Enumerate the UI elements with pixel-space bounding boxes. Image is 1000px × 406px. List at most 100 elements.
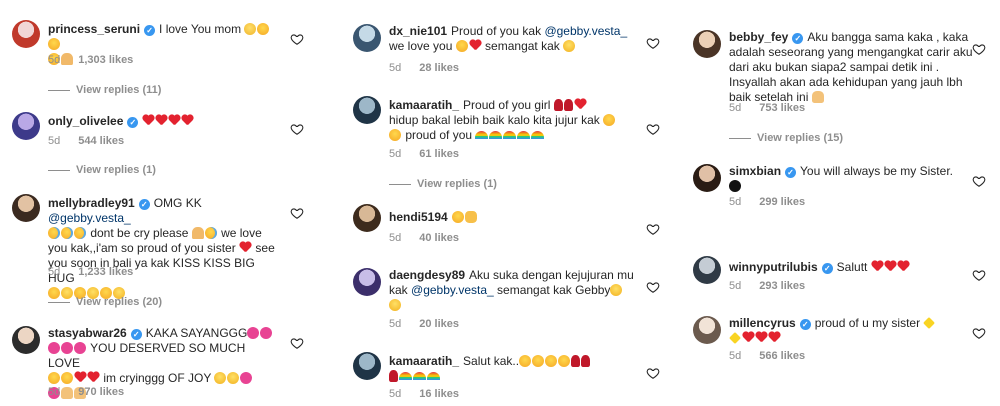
comment-meta: 5d 61 likes	[389, 148, 459, 160]
comment-column-3: bebby_fey ✓ Aku bangga sama kaka , kaka ad…	[681, 0, 1000, 406]
view-replies-label: View replies (11)	[76, 84, 162, 96]
verified-badge-icon: ✓	[144, 25, 156, 36]
comment-username[interactable]: daengdesy89	[389, 268, 465, 282]
like-heart-icon[interactable]	[972, 326, 986, 340]
like-count[interactable]: 566 likes	[759, 350, 805, 362]
like-heart-icon[interactable]	[972, 174, 986, 188]
rose-emoji-icon	[553, 99, 563, 111]
avatar[interactable]	[353, 204, 381, 232]
like-count[interactable]: 299 likes	[759, 196, 805, 208]
crying-emoji-icon	[48, 227, 60, 239]
like-count[interactable]: 16 likes	[419, 388, 459, 400]
comment-body: kamaaratih_ Salut kak..	[389, 354, 634, 384]
avatar[interactable]	[12, 326, 40, 354]
like-count[interactable]: 1,303 likes	[78, 54, 133, 66]
view-replies-link[interactable]: View replies (1)	[389, 178, 497, 190]
comment-username[interactable]: bebby_fey	[729, 30, 788, 44]
like-heart-icon[interactable]	[646, 122, 660, 136]
view-replies-link[interactable]: View replies (20)	[48, 296, 162, 308]
comment-username[interactable]: kamaaratih_	[389, 354, 459, 368]
avatar[interactable]	[693, 164, 721, 192]
view-replies-link[interactable]: View replies (11)	[48, 84, 161, 96]
mention-link[interactable]: @gebby.vesta_	[48, 211, 131, 225]
comment-text: hidup bakal lebih baik kalo kita jujur k…	[389, 113, 600, 127]
comment-time: 5d	[389, 148, 402, 160]
like-heart-icon[interactable]	[646, 36, 660, 50]
comment-meta: 5d 1,233 likes	[48, 266, 133, 278]
pink-heart-icon	[240, 372, 253, 384]
view-replies-link[interactable]: View replies (15)	[729, 132, 843, 144]
like-heart-icon[interactable]	[290, 32, 304, 46]
like-count[interactable]: 293 likes	[759, 280, 805, 292]
comment-body: bebby_fey ✓ Aku bangga sama kaka , kaka ad…	[729, 30, 978, 105]
like-heart-icon[interactable]	[290, 122, 304, 136]
pray-emoji-icon	[191, 227, 204, 239]
avatar[interactable]	[693, 256, 721, 284]
replies-divider	[48, 169, 70, 171]
red-heart-icon	[871, 261, 883, 272]
thumbs-up-emoji-icon	[464, 211, 477, 223]
verified-badge-icon: ✓	[130, 329, 142, 340]
smile-emoji-icon	[610, 284, 623, 296]
kiss-emoji-icon	[389, 129, 401, 141]
kiss-emoji-icon	[558, 355, 571, 367]
comment-meta: 5d 1,303 likes	[48, 54, 133, 66]
comment-username[interactable]: princess_seruni	[48, 22, 140, 36]
like-heart-icon[interactable]	[646, 366, 660, 380]
comment-username[interactable]: winnyputrilubis	[729, 260, 818, 274]
comment-username[interactable]: simxbian	[729, 164, 781, 178]
avatar[interactable]	[353, 24, 381, 52]
comment-username[interactable]: dx_nie101	[389, 24, 447, 38]
comment-username[interactable]: mellybradley91	[48, 196, 135, 210]
comment-username[interactable]: only_olivelee	[48, 114, 123, 128]
smile-emoji-icon	[389, 299, 401, 311]
avatar[interactable]	[12, 20, 40, 48]
like-count[interactable]: 20 likes	[419, 318, 459, 330]
verified-badge-icon: ✓	[138, 199, 150, 210]
like-heart-icon[interactable]	[972, 42, 986, 56]
like-heart-icon[interactable]	[646, 280, 660, 294]
avatar[interactable]	[693, 30, 721, 58]
like-count[interactable]: 970 likes	[78, 386, 124, 398]
comment-text: You will always be my Sister.	[800, 164, 953, 178]
like-heart-icon[interactable]	[290, 336, 304, 350]
smile-emoji-icon	[563, 40, 576, 52]
comment-username[interactable]: stasyabwar26	[48, 326, 127, 340]
red-heart-icon	[884, 261, 896, 272]
like-count[interactable]: 61 likes	[419, 148, 459, 160]
like-count[interactable]: 1,233 likes	[78, 266, 133, 278]
replies-divider	[48, 89, 70, 91]
comment-username[interactable]: hendi5194	[389, 210, 448, 224]
pink-heart-icon	[74, 342, 86, 354]
avatar[interactable]	[12, 112, 40, 140]
comment-time: 5d	[389, 388, 402, 400]
comment-time: 5d	[729, 102, 742, 114]
like-count[interactable]: 753 likes	[759, 102, 805, 114]
red-heart-icon	[239, 242, 251, 253]
kiss-emoji-icon	[451, 211, 464, 223]
replies-divider	[48, 301, 70, 303]
comment-meta: 5d 753 likes	[729, 102, 805, 114]
like-heart-icon[interactable]	[646, 222, 660, 236]
avatar[interactable]	[12, 194, 40, 222]
red-heart-icon	[742, 332, 754, 343]
rainbow-emoji-icon	[399, 372, 412, 380]
like-count[interactable]: 28 likes	[419, 62, 459, 74]
comment-meta: 5d 40 likes	[389, 232, 459, 244]
kiss-emoji-icon	[532, 355, 545, 367]
red-heart-icon	[768, 332, 780, 343]
avatar[interactable]	[353, 96, 381, 124]
like-count[interactable]: 40 likes	[419, 232, 459, 244]
view-replies-link[interactable]: View replies (1)	[48, 164, 156, 176]
like-count[interactable]: 544 likes	[78, 135, 124, 147]
mention-link[interactable]: @gebby.vesta_	[544, 24, 627, 38]
like-heart-icon[interactable]	[290, 206, 304, 220]
avatar[interactable]	[693, 316, 721, 344]
comment-username[interactable]: millencyrus	[729, 316, 796, 330]
avatar[interactable]	[353, 268, 381, 296]
like-heart-icon[interactable]	[972, 268, 986, 282]
avatar[interactable]	[353, 352, 381, 380]
comment-body: dx_nie101 Proud of you kak @gebby.vesta_ …	[389, 24, 634, 54]
mention-link[interactable]: @gebby.vesta_	[411, 283, 494, 297]
comment-username[interactable]: kamaaratih_	[389, 98, 459, 112]
